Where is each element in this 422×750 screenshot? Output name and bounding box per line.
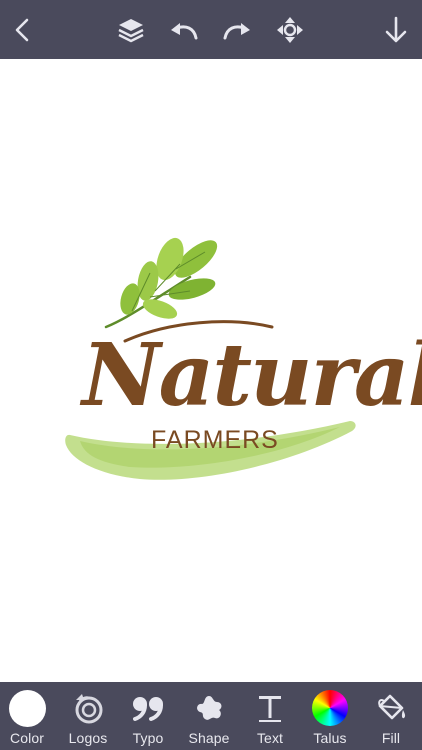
back-icon xyxy=(15,18,29,42)
back-button[interactable] xyxy=(2,10,42,50)
tool-text[interactable]: Text xyxy=(240,682,300,750)
quote-icon xyxy=(133,697,163,721)
tool-label: Logos xyxy=(68,730,108,746)
color-swatch-icon xyxy=(8,689,46,727)
paint-bucket-icon xyxy=(378,694,406,720)
redo-icon xyxy=(223,23,250,40)
logo-artwork[interactable]: Natural FARMERS xyxy=(0,59,422,682)
tool-talus[interactable]: Talus xyxy=(300,682,360,750)
redo-button[interactable] xyxy=(217,10,257,50)
tool-typo[interactable]: Typo xyxy=(118,682,178,750)
tool-label: Fill xyxy=(381,730,401,746)
tool-label: Talus xyxy=(313,730,347,746)
tool-label: Text xyxy=(256,730,284,746)
download-icon xyxy=(385,16,407,43)
top-toolbar xyxy=(0,0,422,59)
tool-color[interactable]: Color xyxy=(0,682,57,750)
undo-button[interactable] xyxy=(164,10,204,50)
tool-shape[interactable]: Shape xyxy=(179,682,239,750)
tool-label: Color xyxy=(10,730,44,746)
tool-label: Shape xyxy=(188,730,230,746)
move-icon xyxy=(277,17,303,43)
tool-logos[interactable]: Logos xyxy=(58,682,118,750)
shape-icon xyxy=(197,696,222,720)
layers-icon xyxy=(118,19,144,43)
tool-label: Typo xyxy=(132,730,164,746)
text-icon xyxy=(259,696,281,722)
logo-subtitle: FARMERS xyxy=(151,426,279,454)
leaf-branch xyxy=(104,237,218,329)
layers-button[interactable] xyxy=(111,10,151,50)
bottom-toolbar: Color Logos Typo Shape Text Talus Fill xyxy=(0,682,422,750)
download-button[interactable] xyxy=(376,10,416,50)
color-wheel-icon xyxy=(312,690,348,726)
move-button[interactable] xyxy=(270,10,310,50)
undo-icon xyxy=(171,23,198,40)
logos-icon xyxy=(75,694,103,724)
design-canvas[interactable]: Natural FARMERS xyxy=(0,59,422,682)
tool-fill[interactable]: Fill xyxy=(361,682,421,750)
